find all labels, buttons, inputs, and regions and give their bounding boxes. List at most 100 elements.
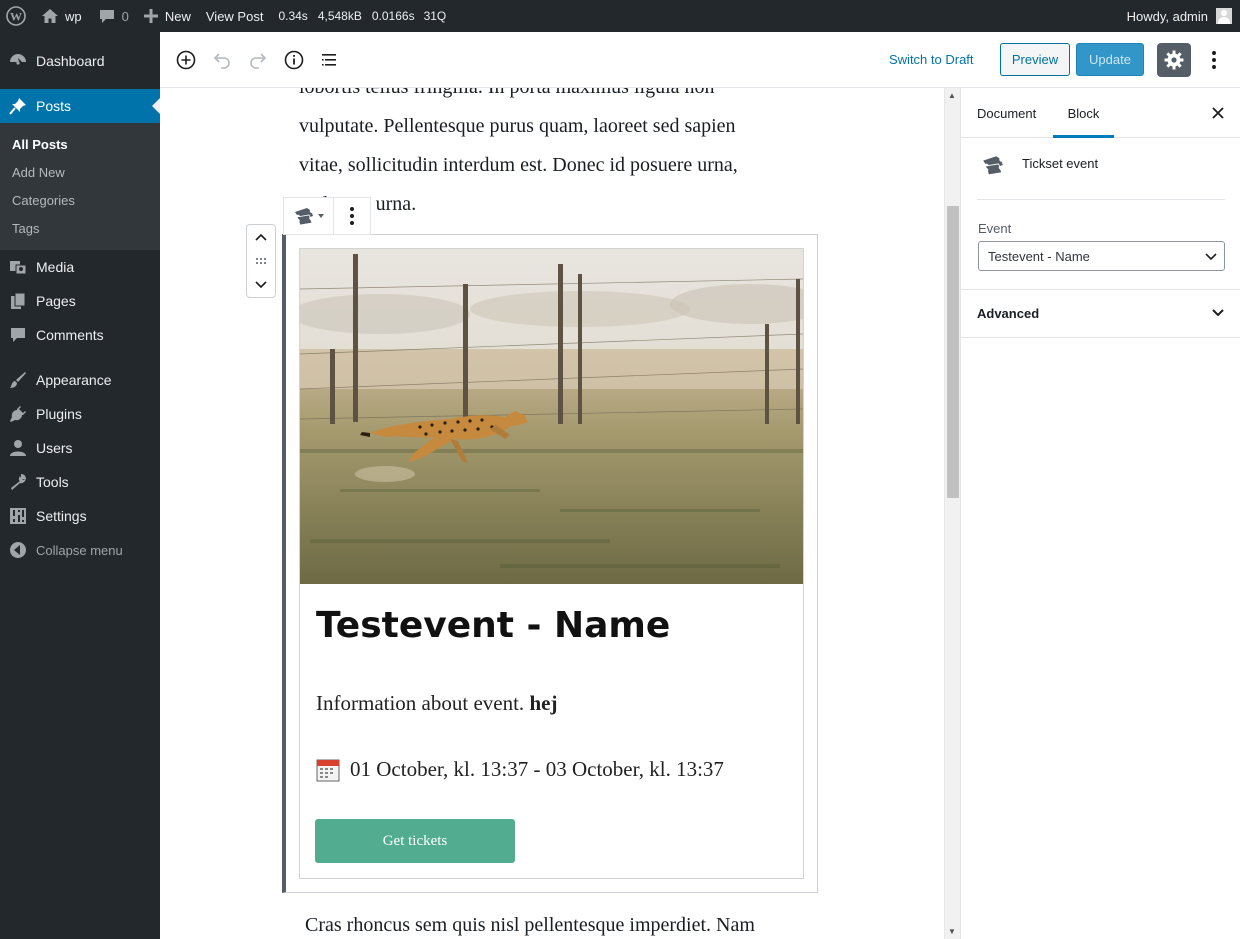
gear-icon	[1164, 50, 1184, 70]
tickset-event-card: Testevent - Name Information about event…	[299, 248, 804, 879]
comment-icon	[99, 10, 114, 23]
menu-dashboard-label: Dashboard	[36, 53, 105, 69]
scroll-down-arrow-icon[interactable]: ▼	[948, 927, 956, 936]
svg-text:W: W	[10, 10, 22, 24]
menu-plugins-label: Plugins	[36, 406, 82, 422]
menu-collapse-label: Collapse menu	[36, 542, 123, 558]
menu-comments[interactable]: Comments	[0, 318, 160, 352]
plugin-icon	[0, 405, 36, 423]
calendar-icon	[316, 759, 340, 781]
menu-comments-label: Comments	[36, 327, 104, 343]
home-icon	[42, 9, 58, 23]
chevron-down-icon[interactable]	[1210, 305, 1226, 321]
settings-sliders-icon	[0, 507, 36, 525]
block-toolbar	[283, 197, 371, 235]
menu-tools[interactable]: Tools	[0, 465, 160, 499]
menu-settings-label: Settings	[36, 508, 87, 524]
admin-bar: W wp 0 New View Post 0.34s 4,548kB 0.016…	[0, 0, 1240, 32]
close-sidebar-button[interactable]	[1209, 104, 1227, 122]
pin-icon	[0, 97, 36, 115]
paragraph-line: vulputate. Pellentesque purus quam, laor…	[299, 115, 736, 137]
close-icon	[1212, 107, 1224, 119]
stat-query-time: 0.0166s	[371, 9, 415, 23]
chevron-down-icon[interactable]	[254, 280, 268, 290]
comments-icon	[0, 326, 36, 344]
editor-canvas[interactable]: lobortis tellus fringilla. In porta maxi…	[160, 88, 945, 939]
menu-pages-label: Pages	[36, 293, 76, 309]
advanced-panel-toggle[interactable]: Advanced	[977, 306, 1039, 321]
get-tickets-button[interactable]: Get tickets	[315, 819, 515, 863]
block-type-switcher[interactable]	[284, 198, 334, 234]
site-name: wp	[65, 8, 82, 24]
menu-appearance[interactable]: Appearance	[0, 363, 160, 397]
block-more-options-button[interactable]	[334, 198, 370, 234]
plus-circle-icon	[176, 50, 196, 70]
divider	[961, 337, 1240, 338]
media-icon	[0, 258, 36, 276]
preview-button[interactable]: Preview	[1000, 43, 1070, 76]
chevron-up-icon[interactable]	[254, 232, 268, 242]
submenu-add-new[interactable]: Add New	[12, 165, 65, 180]
paragraph-bottom[interactable]: Cras rhoncus sem quis nisl pellentesque …	[305, 906, 755, 939]
block-mover	[246, 224, 276, 298]
tab-block[interactable]: Block	[1053, 88, 1114, 138]
site-name-link[interactable]: wp	[33, 0, 89, 32]
undo-icon	[213, 53, 230, 69]
ticket-icon	[983, 156, 1003, 176]
event-date-text: 01 October, kl. 13:37 - 03 October, kl. …	[350, 757, 724, 781]
settings-sidebar: Document Block Tickset event Event Teste…	[960, 88, 1240, 939]
menu-media-label: Media	[36, 259, 75, 275]
menu-posts[interactable]: Posts	[0, 89, 160, 123]
event-select-label: Event	[978, 221, 1012, 236]
new-label: New	[164, 8, 191, 24]
event-title: Testevent - Name	[316, 605, 671, 646]
block-card: Tickset event	[977, 150, 1225, 200]
menu-tools-label: Tools	[36, 474, 69, 490]
stat-time: 0.34s	[278, 9, 308, 23]
comments-count: 0	[121, 8, 129, 24]
chevron-down-icon	[1205, 253, 1217, 261]
menu-users[interactable]: Users	[0, 431, 160, 465]
caret-down-icon	[317, 214, 324, 218]
editor-scrollbar[interactable]: ▲ ▼	[944, 88, 960, 939]
info-icon	[284, 50, 304, 70]
event-info: Information about event. hej	[316, 691, 557, 716]
event-date: 01 October, kl. 13:37 - 03 October, kl. …	[316, 757, 724, 782]
update-button[interactable]: Update	[1076, 43, 1144, 76]
scroll-thumb[interactable]	[947, 206, 959, 498]
menu-plugins[interactable]: Plugins	[0, 397, 160, 431]
redo-icon	[250, 53, 267, 69]
menu-appearance-label: Appearance	[36, 372, 112, 388]
wordpress-logo-icon[interactable]: W	[0, 0, 33, 32]
more-tools-button[interactable]	[1202, 48, 1226, 72]
info-button[interactable]	[282, 48, 306, 72]
list-icon	[322, 54, 336, 66]
drag-handle-icon[interactable]	[255, 257, 267, 265]
tab-document[interactable]: Document	[977, 88, 1036, 138]
submenu-tags[interactable]: Tags	[12, 221, 39, 236]
switch-to-draft-button[interactable]: Switch to Draft	[889, 52, 974, 67]
scroll-up-arrow-icon[interactable]: ▲	[948, 91, 956, 100]
menu-collapse[interactable]: Collapse menu	[0, 533, 160, 567]
my-account[interactable]: Howdy, admin	[1120, 0, 1240, 32]
menu-settings[interactable]: Settings	[0, 499, 160, 533]
menu-dashboard[interactable]: Dashboard	[0, 44, 160, 78]
submenu-all-posts[interactable]: All Posts	[12, 137, 68, 152]
event-select[interactable]: Testevent - Name	[978, 241, 1225, 271]
redo-button[interactable]	[246, 48, 270, 72]
submenu-categories[interactable]: Categories	[12, 193, 75, 208]
settings-button[interactable]	[1157, 43, 1191, 77]
greeting: Howdy, admin	[1126, 8, 1208, 24]
stat-query-count: 31Q	[423, 9, 447, 23]
view-post-link[interactable]: View Post	[198, 0, 271, 32]
menu-pages[interactable]: Pages	[0, 284, 160, 318]
add-block-button[interactable]	[174, 48, 198, 72]
undo-button[interactable]	[210, 48, 234, 72]
query-stats[interactable]: 0.34s 4,548kB 0.0166s 31Q	[270, 0, 453, 32]
block-navigation-button[interactable]	[318, 48, 342, 72]
event-select-value: Testevent - Name	[988, 248, 1090, 264]
new-content-link[interactable]: New	[136, 0, 198, 32]
vertical-ellipsis-icon	[350, 207, 354, 225]
menu-media[interactable]: Media	[0, 250, 160, 284]
comments-link[interactable]: 0	[89, 0, 136, 32]
